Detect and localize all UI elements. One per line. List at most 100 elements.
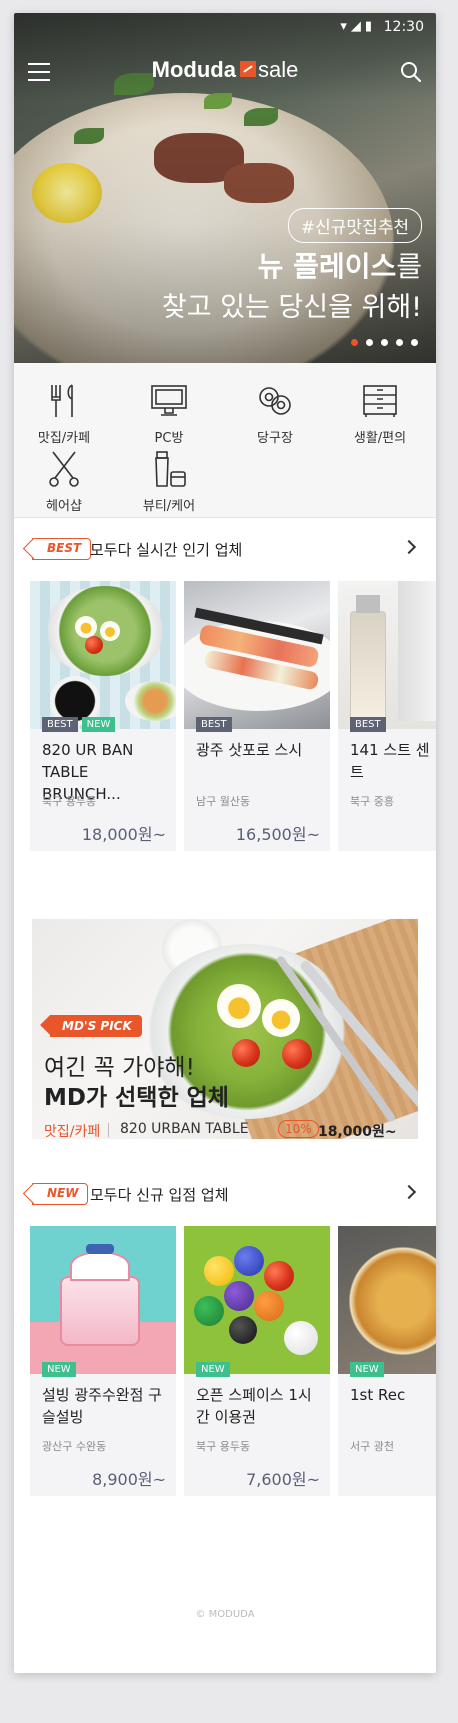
- card-title: 141 스트 센트: [350, 741, 430, 781]
- card-title: 광주 삿포로 스시: [196, 741, 303, 759]
- monitor-icon: [151, 385, 187, 416]
- md-pick-price: 18,000원~: [318, 1124, 397, 1140]
- best-section-title: 모두다 실시간 인기 업체: [90, 541, 243, 559]
- card-location: 북구 용두동: [42, 795, 97, 808]
- logo-mark-icon: [239, 61, 256, 78]
- badge-group: BEST: [350, 717, 386, 732]
- billiard-icon: [259, 387, 291, 415]
- md-tomato: [282, 1039, 312, 1069]
- scissors-icon: [49, 451, 79, 487]
- category-item-restaurant[interactable]: 맛집/카페: [14, 381, 114, 446]
- card-image: [30, 1226, 176, 1374]
- category-label: 헤어샵: [46, 499, 82, 514]
- card-title: 설빙 광주수완점 구슬설빙: [42, 1386, 162, 1426]
- chevron-right-icon[interactable]: [401, 1184, 417, 1200]
- carousel-dot-4[interactable]: [396, 339, 403, 346]
- new-card[interactable]: NEW 설빙 광주수완점 구슬설빙 광산구 수완동 8,900원~: [30, 1226, 176, 1496]
- md-pick-store-name: 820 URBAN TABLE: [120, 1121, 249, 1137]
- card-image: [338, 1226, 436, 1374]
- best-tag: BEST: [32, 538, 92, 560]
- card-price: 7,600원~: [246, 1470, 320, 1489]
- card-title: 오픈 스페이스 1시간 이용권: [196, 1386, 312, 1426]
- carousel-dot-5[interactable]: [411, 339, 418, 346]
- category-label: 당구장: [257, 431, 293, 446]
- card-image: [184, 1226, 330, 1374]
- divider: [108, 1123, 109, 1137]
- badge-group: NEW: [196, 1362, 230, 1377]
- card-location: 북구 중흥: [350, 795, 394, 808]
- card-image: [30, 581, 176, 729]
- category-label: 맛집/카페: [37, 431, 91, 446]
- badge-best: BEST: [196, 717, 232, 732]
- card-image: [184, 581, 330, 729]
- card-price: 8,900원~: [92, 1470, 166, 1489]
- new-card[interactable]: NEW 오픈 스페이스 1시간 이용권 북구 용두동 7,600원~: [184, 1226, 330, 1496]
- hero-title-line1: 뉴 플레이스를: [258, 245, 422, 285]
- badge-new: NEW: [350, 1362, 384, 1377]
- carousel-dot-1[interactable]: [351, 339, 358, 346]
- chevron-right-icon[interactable]: [401, 539, 417, 555]
- badge-best: BEST: [42, 717, 78, 732]
- card-location: 서구 광천: [350, 1440, 394, 1453]
- category-label: 생활/편의: [353, 431, 407, 446]
- md-egg: [217, 984, 261, 1028]
- card-location: 광산구 수완동: [42, 1440, 107, 1453]
- category-label: PC방: [154, 431, 184, 446]
- md-pick-tag: MD'S PICK: [50, 1015, 142, 1037]
- card-price: 16,500원~: [235, 825, 320, 844]
- badge-new: NEW: [42, 1362, 76, 1377]
- hero-title-line2: 찾고 있는 당신을 위해!: [161, 292, 422, 323]
- footer-copyright: © MODUDA: [195, 1609, 255, 1620]
- new-section-header[interactable]: NEW 모두다 신규 입점 업체: [32, 1179, 418, 1209]
- md-tomato: [232, 1039, 260, 1067]
- category-item-billiard[interactable]: 당구장: [225, 381, 325, 446]
- category-item-pc[interactable]: PC방: [119, 381, 219, 446]
- new-section-title: 모두다 신규 입점 업체: [90, 1186, 229, 1204]
- app-screen: ▾◢▮ 12:30 Moduda sale #신규맛집추천 뉴 플레이스를 찾고 …: [14, 13, 436, 1673]
- cosmetics-icon: [155, 451, 186, 487]
- badge-group: NEW: [350, 1362, 384, 1377]
- drawer-icon: [363, 385, 397, 417]
- status-time: 12:30: [383, 19, 424, 35]
- md-pick-title-line2: MD가 선택한 업체: [44, 1085, 229, 1111]
- best-section-header[interactable]: BEST 모두다 실시간 인기 업체: [32, 534, 418, 564]
- logo-main: Moduda: [151, 57, 236, 82]
- category-grid: 맛집/카페 PC방 당구장 생활/편의 헤어샵 뷰티/케어: [14, 363, 436, 518]
- md-pick-category: 맛집/카페: [44, 1124, 101, 1140]
- card-price: 18,000원~: [81, 825, 166, 844]
- hero-banner[interactable]: ▾◢▮ 12:30 Moduda sale #신규맛집추천 뉴 플레이스를 찾고 …: [14, 13, 436, 363]
- hero-title-bold: 뉴 플레이스: [257, 250, 397, 283]
- badge-group: BEST NEW: [42, 717, 116, 732]
- category-label: 뷰티/케어: [142, 499, 196, 514]
- badge-group: NEW: [42, 1362, 76, 1377]
- badge-new: NEW: [196, 1362, 230, 1377]
- logo-sub: sale: [257, 57, 299, 82]
- status-icons: ▾◢▮: [340, 19, 376, 34]
- badge-new: NEW: [81, 717, 116, 732]
- card-title: 1st Rec: [350, 1386, 406, 1404]
- hero-hashtag: #신규맛집추천: [287, 208, 422, 243]
- badge-best: BEST: [350, 717, 386, 732]
- category-item-beauty[interactable]: 뷰티/케어: [119, 449, 219, 514]
- md-pick-title-line1: 여긴 꼭 가야해!: [44, 1055, 195, 1081]
- best-card[interactable]: BEST 광주 삿포로 스시 남구 월산동 16,500원~: [184, 581, 330, 851]
- category-item-hair[interactable]: 헤어샵: [14, 449, 114, 514]
- category-item-living[interactable]: 생활/편의: [330, 381, 430, 446]
- new-tag: NEW: [32, 1183, 89, 1205]
- md-egg: [262, 999, 300, 1037]
- card-location: 남구 월산동: [196, 795, 251, 808]
- utensils-icon: [51, 384, 73, 417]
- badge-group: BEST: [196, 717, 232, 732]
- status-bar: ▾◢▮ 12:30: [14, 13, 436, 43]
- carousel-dot-2[interactable]: [366, 339, 373, 346]
- best-card[interactable]: BEST NEW 820 UR BAN TABLE BRUNCH... 북구 용…: [30, 581, 176, 851]
- carousel-dot-3[interactable]: [381, 339, 388, 346]
- carousel-indicator[interactable]: [351, 339, 418, 346]
- best-card[interactable]: BEST 141 스트 센트 북구 중흥: [338, 581, 436, 851]
- card-image: [338, 581, 436, 729]
- app-logo[interactable]: Moduda sale: [14, 57, 436, 83]
- new-card[interactable]: NEW 1st Rec 서구 광천: [338, 1226, 436, 1496]
- search-icon[interactable]: [400, 61, 422, 83]
- hero-title-suffix: 를: [396, 250, 422, 283]
- card-location: 북구 용두동: [196, 1440, 251, 1453]
